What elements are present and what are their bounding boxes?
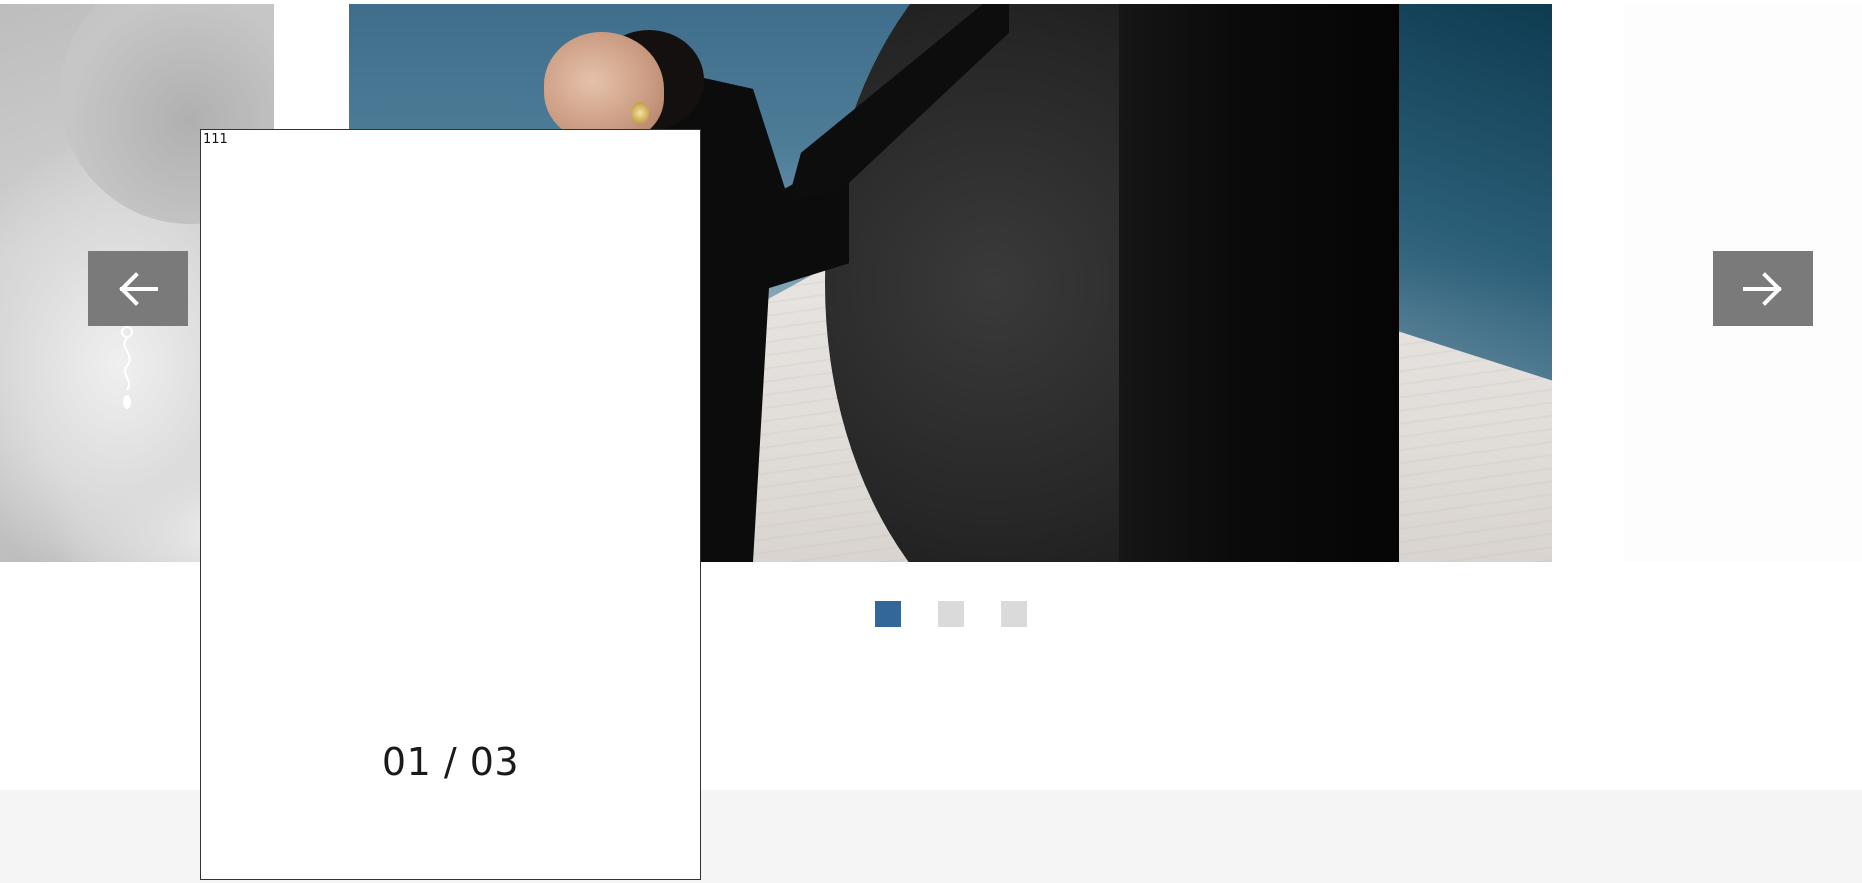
slide-dark-pillar — [1119, 4, 1399, 562]
arrow-left-icon — [119, 271, 158, 306]
slide-model-face — [544, 32, 664, 142]
pagination-dot-3[interactable] — [1001, 601, 1027, 627]
slide-earring — [631, 102, 649, 124]
slide-counter: 01 / 03 — [381, 740, 520, 784]
page: 111 01 / 03 — [0, 0, 1862, 883]
overlay-panel: 111 01 / 03 — [200, 129, 701, 880]
overlay-label: 111 — [203, 132, 228, 147]
carousel-next-button[interactable] — [1713, 251, 1813, 326]
carousel-prev-button[interactable] — [88, 251, 188, 326]
pagination-dot-2[interactable] — [938, 601, 964, 627]
earring-graphic — [121, 326, 133, 409]
arrow-right-icon — [1743, 271, 1782, 306]
pagination-dot-1[interactable] — [875, 601, 901, 627]
carousel-pagination — [875, 601, 1027, 627]
